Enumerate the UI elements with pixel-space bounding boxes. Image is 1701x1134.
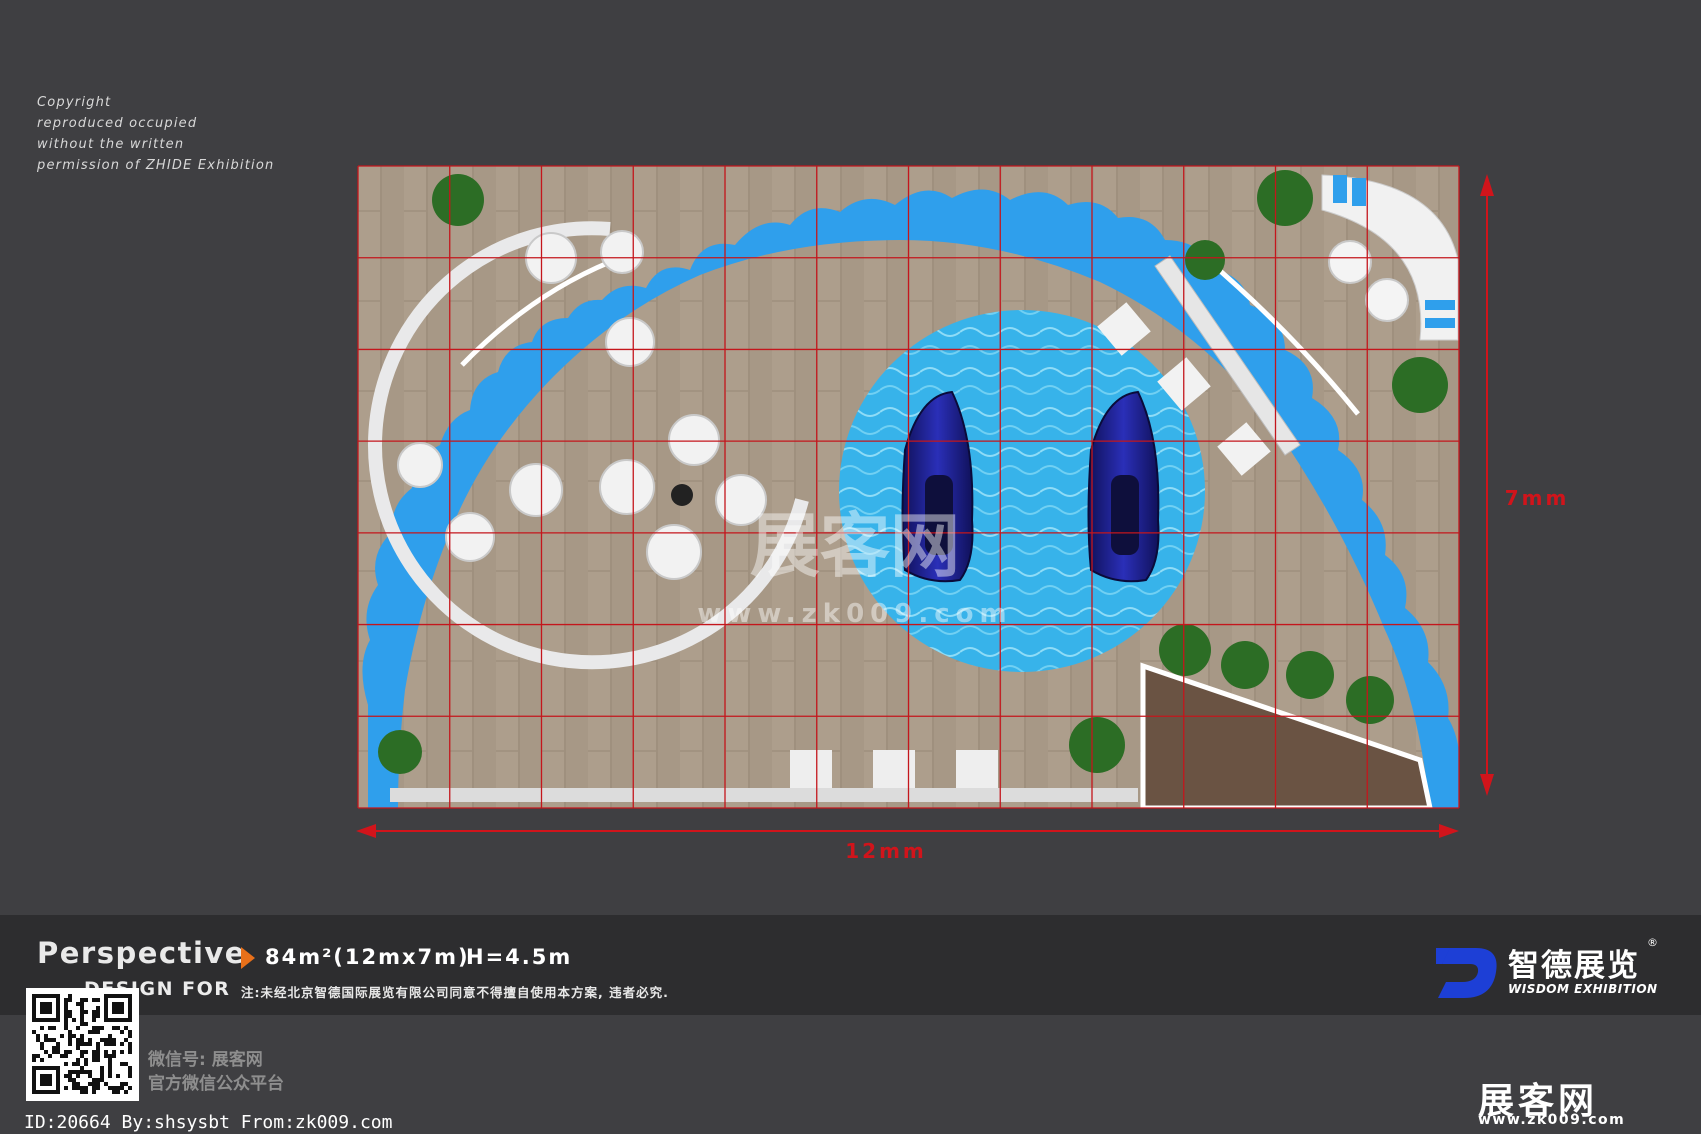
- watermark-logo: 展客网: [750, 505, 960, 587]
- width-dimension-arrow: [356, 824, 1459, 838]
- legal-notice: 注:未经北京智德国际展览有限公司同意不得擅自使用本方案, 违者必究.: [241, 985, 669, 1000]
- wechat-id: 微信号: 展客网: [148, 1050, 263, 1070]
- wisdom-d-logo-icon: [1436, 948, 1497, 998]
- wechat-platform: 官方微信公众平台: [148, 1074, 284, 1094]
- brand-subtitle: WISDOM EXHIBITION: [1508, 982, 1658, 996]
- height-dimension-label: 7mm: [1505, 486, 1570, 510]
- height-spec: H=4.5m: [466, 945, 573, 969]
- site-url: www.zk009.com: [1478, 1112, 1626, 1128]
- booth-area: [358, 166, 1459, 808]
- play-arrow-icon: [241, 947, 255, 969]
- registered-mark: ®: [1647, 936, 1658, 949]
- height-dimension-arrow: [1480, 174, 1494, 796]
- wechat-info: 微信号: 展客网 官方微信公众平台: [148, 1048, 284, 1096]
- qr-code: [26, 988, 139, 1101]
- watermark-url: www.zk009.com: [697, 599, 1012, 629]
- area-spec: 84m²(12mx7m): [265, 945, 470, 969]
- center-table: [671, 484, 693, 506]
- width-dimension-label: 12mm: [845, 839, 927, 863]
- footer-id: ID:20664 By:shsysbt From:zk009.com: [24, 1112, 393, 1133]
- brand-name: 智德展览: [1508, 948, 1640, 984]
- perspective-title: Perspective: [37, 936, 246, 970]
- booth-floor-plan: 12mm 7mm 展客网 www.zk009.com: [356, 165, 1570, 863]
